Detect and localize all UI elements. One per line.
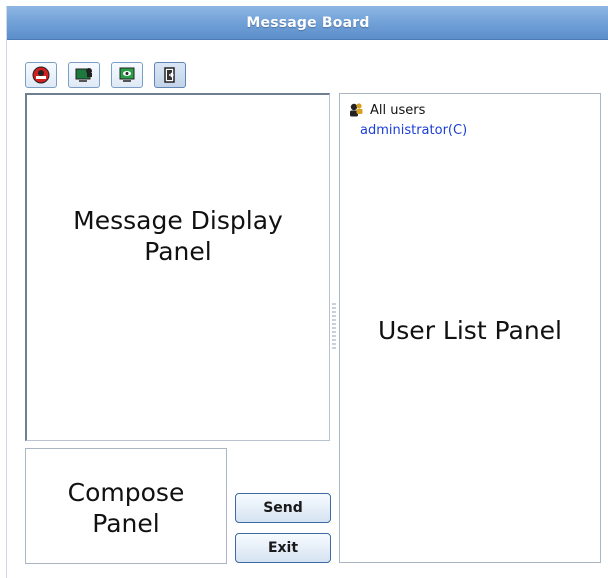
window-title: Message Board <box>246 14 370 31</box>
user-list-label: User List Panel <box>377 316 563 345</box>
user-item-administrator[interactable]: administrator(C) <box>348 120 594 140</box>
splitter-handle[interactable] <box>332 303 336 351</box>
compose-panel[interactable]: Compose Panel <box>25 448 227 564</box>
message-display-label: Message Display Panel <box>27 205 329 267</box>
stop-button[interactable] <box>25 62 57 88</box>
monitor-eye-icon <box>119 67 135 82</box>
users-group-icon <box>350 103 363 117</box>
compose-label-line2: Panel <box>92 509 160 538</box>
compose-label-line1: Compose <box>67 478 185 507</box>
monitor-user-icon <box>75 68 92 82</box>
send-button[interactable]: Send <box>235 493 331 523</box>
user-monitor-button[interactable] <box>68 62 100 88</box>
message-display-panel[interactable]: Message Display Panel <box>25 93 330 441</box>
exit-button[interactable]: Exit <box>235 533 331 563</box>
view-monitor-button[interactable] <box>111 62 143 88</box>
all-users-item[interactable]: All users <box>348 100 594 120</box>
message-board-window: Message Board Message Display Panel Comp… <box>6 6 608 578</box>
user-list-panel: All users administrator(C) User List Pan… <box>339 93 601 563</box>
all-users-label: All users <box>370 102 426 118</box>
exit-toolbar-button[interactable] <box>154 62 186 88</box>
exit-door-icon <box>164 67 175 83</box>
compose-label: Compose Panel <box>26 477 226 539</box>
toolbar <box>25 62 186 90</box>
message-display-label-line1: Message Display <box>73 206 283 235</box>
red-stop-icon <box>32 66 50 84</box>
user-name: administrator(C) <box>360 122 468 138</box>
user-list: All users administrator(C) <box>348 100 594 140</box>
message-display-label-line2: Panel <box>144 237 212 266</box>
title-bar[interactable]: Message Board <box>7 6 608 40</box>
